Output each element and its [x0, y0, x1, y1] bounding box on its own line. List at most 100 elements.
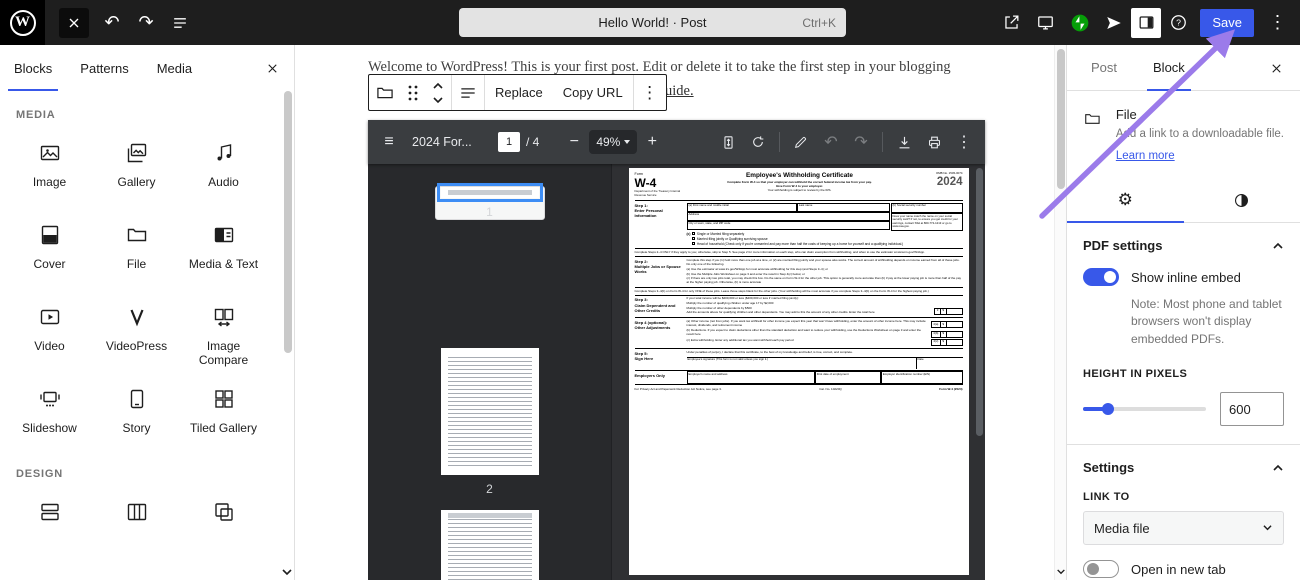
tab-styles[interactable]: [1184, 178, 1300, 222]
pdf-toolbar-actions: ↶ ↷ ⋮: [715, 129, 977, 155]
scrollbar-thumb[interactable]: [284, 91, 292, 353]
block-item-tiled-gallery[interactable]: Tiled Gallery: [180, 375, 267, 457]
external-link-icon: [1002, 13, 1021, 32]
show-inline-embed-toggle[interactable]: [1083, 268, 1119, 286]
block-item-video[interactable]: Video: [6, 293, 93, 375]
align-button[interactable]: [452, 75, 484, 110]
settings-header[interactable]: Settings: [1083, 460, 1284, 475]
editor-scrollbar[interactable]: [1054, 45, 1066, 580]
save-button[interactable]: Save: [1200, 9, 1254, 37]
replace-button[interactable]: Replace: [485, 75, 553, 110]
pdf-menu-button[interactable]: ≡: [376, 129, 402, 155]
tab-media[interactable]: Media: [143, 45, 206, 91]
zoom-out-button[interactable]: −: [561, 129, 587, 155]
chevron-down-icon: [432, 96, 444, 104]
drag-handle[interactable]: [401, 75, 425, 110]
copy-url-button[interactable]: Copy URL: [553, 75, 633, 110]
svg-text:?: ?: [1176, 18, 1181, 28]
block-item-image-compare[interactable]: Image Compare: [180, 293, 267, 375]
move-up-button[interactable]: [432, 79, 444, 93]
block-item-image[interactable]: Image: [6, 129, 93, 211]
block-toolbar: Replace Copy URL ⋮: [368, 74, 667, 111]
scroll-down-button[interactable]: [1056, 568, 1066, 576]
left-sidebar-scrollbar[interactable]: [284, 91, 292, 560]
zoom-level-select[interactable]: 49%: [589, 130, 637, 154]
scrollbar-thumb[interactable]: [1057, 49, 1065, 189]
videopress-block-icon: [125, 305, 149, 329]
signature-field: Employee's signature (This form is not v…: [687, 358, 917, 369]
file-block-type-button[interactable]: [369, 75, 401, 110]
pdf-thumbnail-3[interactable]: 3: [435, 510, 545, 580]
rotate-button[interactable]: [745, 129, 771, 155]
slider-thumb[interactable]: [1102, 403, 1114, 415]
block-options-button[interactable]: ⋮: [634, 75, 666, 110]
block-item-videopress[interactable]: VideoPress: [93, 293, 180, 375]
folder-icon: [1083, 107, 1102, 131]
block-item-design-2[interactable]: [93, 488, 180, 570]
block-item-slideshow[interactable]: Slideshow: [6, 375, 93, 457]
pdf-redo-button[interactable]: ↷: [848, 129, 874, 155]
tab-blocks[interactable]: Blocks: [0, 45, 66, 91]
w4-step3: Step 3:Claim Dependent and Other Credits…: [635, 296, 963, 318]
fit-page-button[interactable]: [715, 129, 741, 155]
pdf-scrollbar-thumb[interactable]: [976, 168, 983, 436]
options-menu-button[interactable]: ⋮: [1261, 6, 1294, 40]
minus-icon: −: [570, 133, 579, 151]
pdf-options-button[interactable]: ⋮: [951, 129, 977, 155]
scroll-down-button[interactable]: [281, 568, 293, 577]
pdf-thumbnail-1[interactable]: 1: [435, 186, 545, 220]
zoom-in-button[interactable]: +: [639, 129, 665, 155]
help-button[interactable]: ?: [1162, 6, 1195, 40]
share-button[interactable]: [1097, 6, 1130, 40]
pdf-undo-button[interactable]: ↶: [818, 129, 844, 155]
tab-post[interactable]: Post: [1079, 45, 1129, 90]
amount-box: 4(a)$: [931, 321, 963, 328]
block-inserter-toggle[interactable]: [59, 8, 89, 38]
list-view-button[interactable]: [163, 6, 197, 40]
block-item-audio[interactable]: Audio: [180, 129, 267, 211]
jetpack-button[interactable]: [1063, 6, 1096, 40]
design-section-label: DESIGN: [16, 468, 294, 480]
form-field: Address: [687, 212, 890, 221]
pdf-settings-header[interactable]: PDF settings: [1083, 238, 1284, 253]
height-slider[interactable]: [1083, 407, 1206, 411]
image-block-icon: [38, 141, 62, 165]
learn-more-link[interactable]: Learn more: [1116, 150, 1175, 162]
download-button[interactable]: [891, 129, 917, 155]
folder-icon: [125, 223, 149, 247]
block-item-media-text[interactable]: Media & Text: [180, 211, 267, 293]
keyboard-shortcut: Ctrl+K: [802, 16, 836, 30]
annotate-pen-button[interactable]: [788, 129, 814, 155]
undo-button[interactable]: ↶: [95, 6, 129, 40]
block-grid-media: Image Gallery Audio Cover File Media & T…: [0, 121, 294, 457]
block-item-file[interactable]: File: [93, 211, 180, 293]
wordpress-logo[interactable]: W: [0, 0, 45, 45]
pdf-page-input[interactable]: 1: [498, 132, 520, 152]
block-item-design-1[interactable]: [6, 488, 93, 570]
preview-button[interactable]: [995, 6, 1028, 40]
pdf-thumbnail-2[interactable]: 2: [435, 348, 545, 496]
height-input[interactable]: [1220, 392, 1284, 426]
link-to-select[interactable]: Media file: [1083, 511, 1284, 545]
w4-steps34-note: Complete Steps 3–4(b) on Form W-4 for on…: [635, 288, 963, 296]
command-center[interactable]: Hello World! · Post Ctrl+K: [459, 8, 846, 37]
print-button[interactable]: [921, 129, 947, 155]
post-link-fragment[interactable]: uide.: [665, 83, 694, 100]
redo-icon: ↷: [138, 12, 153, 33]
settings-sidebar-toggle[interactable]: [1131, 8, 1161, 38]
redo-button[interactable]: ↷: [129, 6, 163, 40]
close-settings-button[interactable]: [1264, 56, 1288, 80]
block-item-gallery[interactable]: Gallery: [93, 129, 180, 211]
block-item-cover[interactable]: Cover: [6, 211, 93, 293]
view-devices-button[interactable]: [1029, 6, 1062, 40]
block-item-design-3[interactable]: [180, 488, 267, 570]
close-inserter-button[interactable]: [260, 56, 284, 80]
help-icon: ?: [1169, 13, 1188, 32]
block-item-story[interactable]: Story: [93, 375, 180, 457]
open-new-tab-toggle[interactable]: [1083, 560, 1119, 578]
tab-patterns[interactable]: Patterns: [66, 45, 142, 91]
move-down-button[interactable]: [432, 93, 444, 107]
sidebar-panel-icon: [1137, 13, 1156, 32]
tab-block[interactable]: Block: [1141, 45, 1197, 90]
tab-settings[interactable]: ⚙: [1067, 178, 1184, 222]
